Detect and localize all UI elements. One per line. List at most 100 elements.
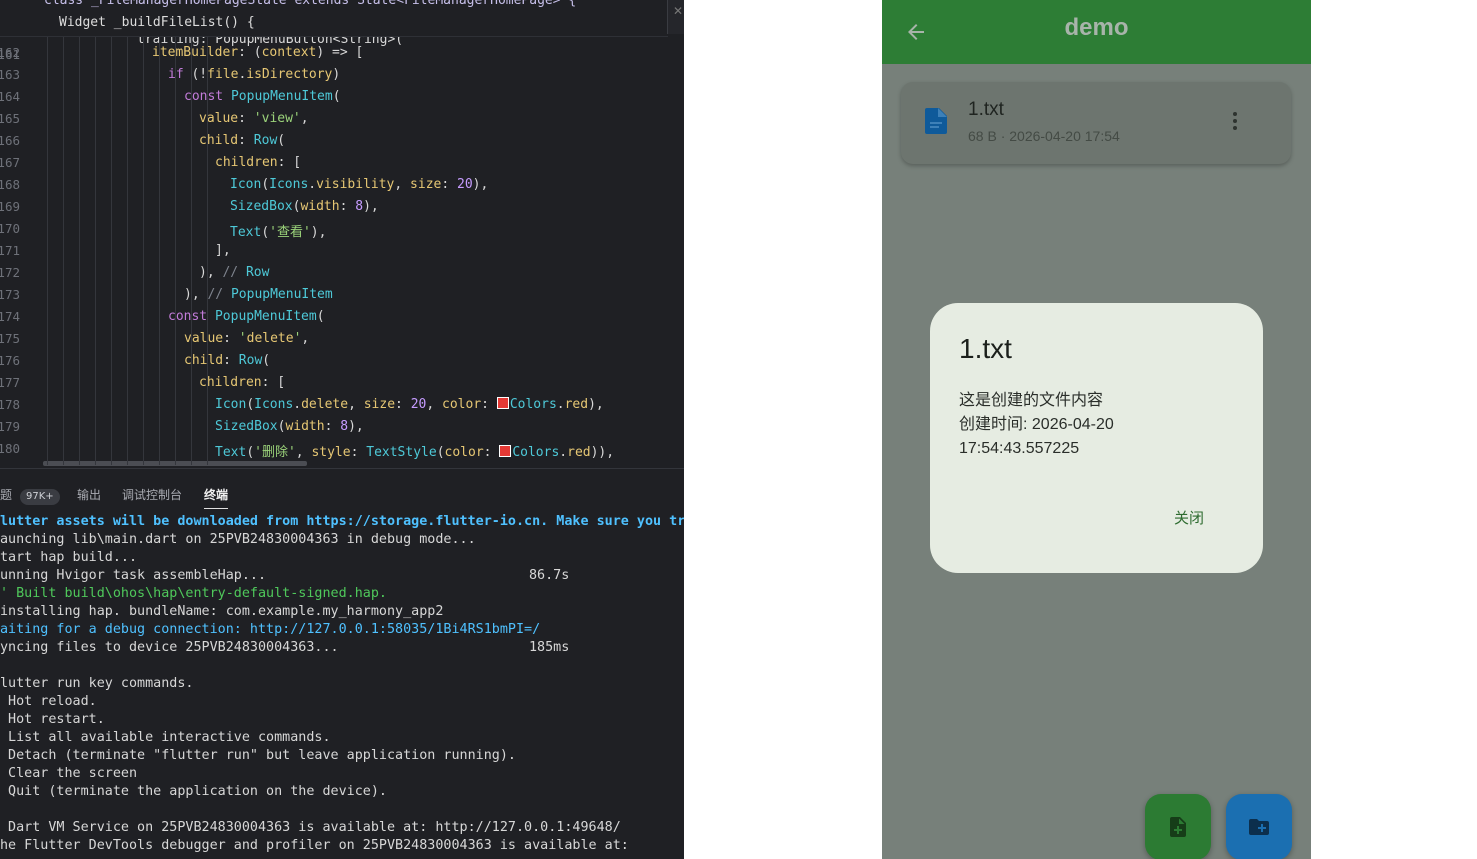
terminal-line-text: ' Built build\ohos\hap\entry-default-sig… bbox=[0, 586, 387, 601]
file-name: 1.txt bbox=[968, 99, 1004, 120]
terminal-line-text: Hot restart. bbox=[0, 712, 105, 727]
code-line[interactable]: 167 children: [ bbox=[0, 155, 684, 177]
code-line[interactable]: 165 value: 'view', bbox=[0, 111, 684, 133]
terminal-line: installing hap. bundleName: com.example.… bbox=[0, 604, 684, 622]
code-text: child: Row( bbox=[199, 133, 286, 148]
terminal-line-text: Clear the screen bbox=[0, 766, 138, 781]
code-line[interactable]: 163 if (!file.isDirectory) bbox=[0, 67, 684, 89]
panel-tab-bar: 题 97K+ 输出 调试控制台 终端 bbox=[0, 482, 684, 509]
panel-divider[interactable] bbox=[0, 468, 684, 469]
code-line[interactable]: 171], bbox=[0, 243, 684, 265]
terminal-line: List all available interactive commands. bbox=[0, 730, 684, 748]
terminal-line-text: lutter run key commands. bbox=[0, 676, 194, 691]
code-text: SizedBox(width: 8), bbox=[230, 199, 379, 214]
code-line[interactable]: 172 ), // Row bbox=[0, 265, 684, 287]
code-line[interactable]: 175 value: 'delete', bbox=[0, 331, 684, 353]
terminal-line-text: lutter assets will be downloaded from ht… bbox=[0, 514, 684, 529]
code-editor-window: class _FileManagerHomePageState extends … bbox=[0, 0, 684, 859]
terminal-line-text: aiting for a debug connection: http://12… bbox=[0, 622, 541, 637]
tab-output[interactable]: 输出 bbox=[77, 486, 101, 503]
indent-guide bbox=[191, 30, 192, 465]
terminal-line: Hot reload. bbox=[0, 694, 684, 712]
editor-minimap-edge[interactable]: ✕ bbox=[667, 0, 684, 34]
line-number: 179 bbox=[0, 419, 20, 434]
dialog-body-line: 17:54:43.557225 bbox=[959, 440, 1080, 457]
code-text: Text('查看'), bbox=[230, 225, 327, 240]
code-line[interactable]: 174 const PopupMenuItem( bbox=[0, 309, 684, 331]
code-line[interactable]: 173), // PopupMenuItem bbox=[0, 287, 684, 309]
code-line[interactable]: 180 Text('删除', style: TextStyle(color: Co… bbox=[0, 441, 684, 463]
terminal-line-text: Dart VM Service on 25PVB24830004363 is a… bbox=[0, 820, 621, 835]
code-line[interactable]: 178 Icon(Icons.delete, size: 20, color: C… bbox=[0, 397, 684, 419]
terminal-line-text: installing hap. bundleName: com.example.… bbox=[0, 604, 444, 619]
terminal-line-text: tart hap build... bbox=[0, 550, 138, 565]
create-folder-button[interactable] bbox=[1226, 794, 1292, 859]
sticky-line-class[interactable]: class _FileManagerHomePageState extends … bbox=[44, 0, 576, 8]
line-number: 174 bbox=[0, 309, 20, 324]
code-line[interactable]: 168 Icon(Icons.visibility, size: 20), bbox=[0, 177, 684, 199]
line-number: 166 bbox=[0, 133, 20, 148]
terminal-line: Dart VM Service on 25PVB24830004363 is a… bbox=[0, 820, 684, 838]
code-line[interactable]: 170 Text('查看'), bbox=[0, 221, 684, 243]
terminal-line-text: Detach (terminate "flutter run" but leav… bbox=[0, 748, 516, 763]
indent-guide bbox=[207, 30, 208, 465]
app-title: demo bbox=[1064, 14, 1129, 41]
code-text: ], bbox=[215, 243, 231, 258]
line-number: 171 bbox=[0, 243, 20, 258]
terminal-line: he Flutter DevTools debugger and profile… bbox=[0, 838, 684, 856]
indent-guide bbox=[63, 30, 64, 465]
line-number: 164 bbox=[0, 89, 20, 104]
tab-problems[interactable]: 题 97K+ bbox=[0, 486, 60, 505]
line-number: 173 bbox=[0, 287, 20, 302]
code-text: if (!file.isDirectory) bbox=[168, 67, 341, 82]
indent-guide bbox=[111, 30, 112, 465]
code-text: ), // Row bbox=[199, 265, 270, 280]
line-number: 169 bbox=[0, 199, 20, 214]
more-vert-icon[interactable] bbox=[1229, 110, 1241, 134]
dialog-body: 这是创建的文件内容 创建时间: 2026-04-20 17:54:43.5572… bbox=[959, 389, 1114, 461]
line-number: 172 bbox=[0, 265, 20, 280]
create-file-button[interactable] bbox=[1145, 794, 1211, 859]
code-line[interactable]: 166 child: Row( bbox=[0, 133, 684, 155]
indent-guide bbox=[95, 30, 96, 465]
sticky-line-method[interactable]: Widget _buildFileList() { bbox=[59, 15, 255, 30]
phone-screen: demo 1.txt 68 B · 2026-04-20 17:54 1.txt… bbox=[882, 0, 1311, 859]
terminal-line: aiting for a debug connection: http://12… bbox=[0, 622, 684, 640]
code-line[interactable]: 169 SizedBox(width: 8), bbox=[0, 199, 684, 221]
code-text: children: [ bbox=[199, 375, 286, 390]
line-number: 176 bbox=[0, 353, 20, 368]
terminal-line: ' Built build\ohos\hap\entry-default-sig… bbox=[0, 586, 684, 604]
terminal-line: unning Hvigor task assembleHap... 86.7s bbox=[0, 568, 684, 586]
code-line[interactable]: 176 child: Row( bbox=[0, 353, 684, 375]
tab-debug-console[interactable]: 调试控制台 bbox=[122, 486, 182, 503]
line-number: 165 bbox=[0, 111, 20, 126]
terminal-line-text: he Flutter DevTools debugger and profile… bbox=[0, 838, 629, 853]
terminal-line: Detach (terminate "flutter run" but leav… bbox=[0, 748, 684, 766]
code-line[interactable]: 179 SizedBox(width: 8), bbox=[0, 419, 684, 441]
terminal-timing: 185ms bbox=[529, 640, 570, 655]
close-button[interactable]: 关闭 bbox=[1170, 505, 1208, 530]
dialog-body-line: 这是创建的文件内容 bbox=[959, 392, 1104, 409]
sticky-scroll-header[interactable]: class _FileManagerHomePageState extends … bbox=[0, 0, 668, 37]
close-icon[interactable]: ✕ bbox=[673, 4, 683, 18]
file-meta: 68 B · 2026-04-20 17:54 bbox=[968, 128, 1120, 144]
code-text: value: 'delete', bbox=[184, 331, 310, 346]
code-line[interactable]: 164 const PopupMenuItem( bbox=[0, 89, 684, 111]
indent-guide bbox=[79, 30, 80, 465]
code-text: Icon(Icons.delete, size: 20, color: Colo… bbox=[215, 397, 604, 412]
tab-terminal[interactable]: 终端 bbox=[204, 486, 229, 509]
indent-guide bbox=[175, 30, 176, 465]
code-line[interactable]: 177 children: [ bbox=[0, 375, 684, 397]
app-bar: demo bbox=[882, 0, 1311, 64]
problems-count-badge: 97K+ bbox=[20, 489, 60, 505]
code-area[interactable]: 161 trailing: PopupMenuButton<String>( 16… bbox=[0, 32, 684, 465]
dialog-title: 1.txt bbox=[959, 333, 1012, 364]
file-content-dialog: 1.txt 这是创建的文件内容 创建时间: 2026-04-20 17:54:4… bbox=[930, 303, 1263, 573]
line-number: 162 bbox=[0, 45, 20, 60]
terminal-line: aunching lib\main.dart on 25PVB248300043… bbox=[0, 532, 684, 550]
terminal-line: lutter assets will be downloaded from ht… bbox=[0, 514, 684, 532]
file-list-item[interactable]: 1.txt 68 B · 2026-04-20 17:54 bbox=[901, 82, 1291, 164]
code-line[interactable]: 162 itemBuilder: (context) => [ bbox=[0, 45, 684, 67]
